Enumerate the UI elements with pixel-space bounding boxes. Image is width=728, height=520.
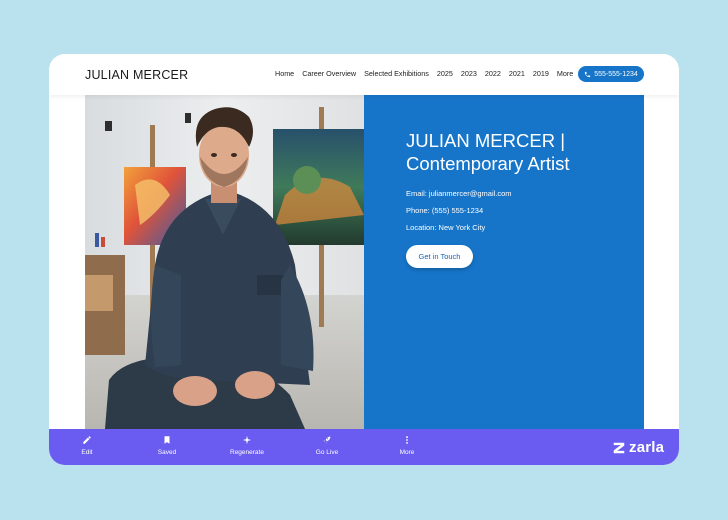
hero-title: JULIAN MERCER | Contemporary Artist (406, 129, 626, 175)
site-navbar: JULIAN MERCER Home Career Overview Selec… (49, 54, 679, 95)
sparkle-icon (242, 435, 252, 445)
nav-menu: Home Career Overview Selected Exhibition… (275, 69, 573, 78)
bookmark-icon (164, 436, 170, 444)
phone-button-label: 555-555-1234 (594, 70, 638, 78)
hero-title-line-2: Contemporary Artist (406, 153, 570, 174)
more-button[interactable]: More (377, 435, 437, 456)
phone-icon (585, 71, 591, 77)
hero-info-panel: JULIAN MERCER | Contemporary Artist Emai… (364, 95, 644, 429)
regenerate-label: Regenerate (230, 449, 264, 456)
edit-label: Edit (81, 449, 93, 456)
saved-label: Saved (157, 449, 177, 456)
nav-item-selected-exhibitions[interactable]: Selected Exhibitions (364, 69, 429, 78)
nav-item-2021[interactable]: 2021 (509, 69, 525, 78)
nav-item-career-overview[interactable]: Career Overview (302, 69, 356, 78)
edit-button[interactable]: Edit (57, 435, 117, 456)
hero-title-line-1: JULIAN MERCER | (406, 130, 565, 151)
go-live-label: Go Live (315, 449, 339, 456)
editor-toolbar: Edit Saved Regenerate Go Live More zarla (49, 429, 679, 465)
contact-location: Location: New York City (406, 223, 486, 232)
nav-item-home[interactable]: Home (275, 69, 294, 78)
contact-email: Email: julianmercer@gmail.com (406, 189, 512, 198)
zarla-logo-icon (613, 442, 625, 453)
saved-button[interactable]: Saved (137, 435, 197, 456)
website-preview-card: JULIAN MERCER Home Career Overview Selec… (49, 54, 679, 465)
contact-phone: Phone: (555) 555-1234 (406, 206, 484, 215)
hero-section: JULIAN MERCER | Contemporary Artist Emai… (85, 95, 644, 429)
nav-item-2023[interactable]: 2023 (461, 69, 477, 78)
nav-item-2022[interactable]: 2022 (485, 69, 501, 78)
more-label: More (399, 449, 415, 456)
more-vertical-icon (406, 436, 408, 444)
nav-item-2019[interactable]: 2019 (533, 69, 549, 78)
phone-button[interactable]: 555-555-1234 (578, 66, 644, 82)
zarla-logo-text: zarla (629, 439, 665, 456)
get-in-touch-button[interactable]: Get in Touch (406, 245, 473, 268)
rocket-icon (323, 436, 331, 444)
pencil-icon (83, 436, 91, 444)
regenerate-button[interactable]: Regenerate (217, 435, 277, 456)
nav-item-more[interactable]: More (557, 69, 573, 78)
zarla-logo: zarla (612, 439, 664, 456)
nav-item-2025[interactable]: 2025 (437, 69, 453, 78)
site-brand[interactable]: JULIAN MERCER (85, 68, 188, 82)
go-live-button[interactable]: Go Live (297, 435, 357, 456)
artist-portrait-image (85, 95, 364, 429)
